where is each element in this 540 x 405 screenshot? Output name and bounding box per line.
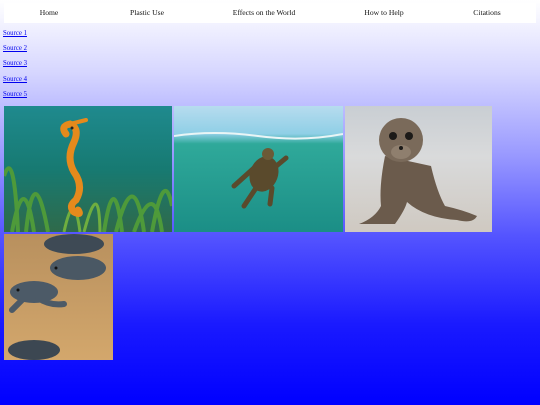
source-links: Source 1 Source 2 Source 3 Source 4 Sour… [3, 29, 27, 105]
nav-home[interactable]: Home [40, 3, 59, 23]
baby-sea-turtles-image [4, 234, 113, 360]
source-link-3[interactable]: Source 3 [3, 59, 27, 74]
source-link-1[interactable]: Source 1 [3, 29, 27, 44]
source-link-2[interactable]: Source 2 [3, 44, 27, 59]
seahorse-image [4, 106, 172, 232]
nav-effects-on-world[interactable]: Effects on the World [233, 3, 296, 23]
top-navbar: Home Plastic Use Effects on the World Ho… [4, 3, 536, 23]
sea-lion-pup-image [345, 106, 492, 232]
source-link-4[interactable]: Source 4 [3, 75, 27, 90]
nav-how-to-help[interactable]: How to Help [364, 3, 403, 23]
nav-plastic-use[interactable]: Plastic Use [130, 3, 164, 23]
nav-citations[interactable]: Citations [473, 3, 500, 23]
source-link-5[interactable]: Source 5 [3, 90, 27, 105]
swimming-turtle-image [174, 106, 343, 232]
